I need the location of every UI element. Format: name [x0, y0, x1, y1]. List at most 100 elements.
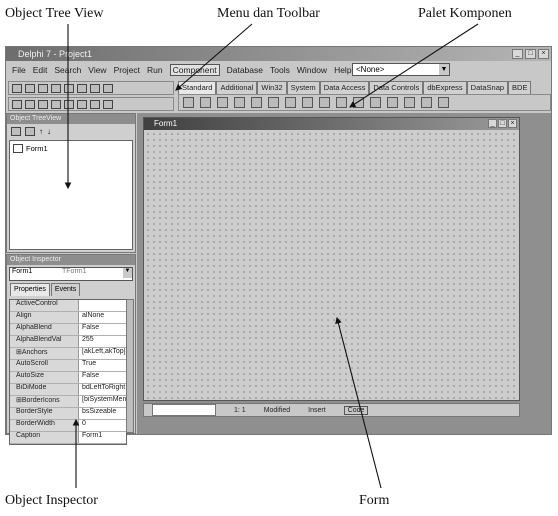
desktop-combo[interactable]: <None> ▼ [352, 63, 450, 76]
tree-item[interactable]: Form1 [10, 141, 132, 153]
maximize-button[interactable]: □ [525, 49, 536, 59]
inspector-scrollbar[interactable] [126, 299, 134, 433]
property-row[interactable]: Caption Form1 [10, 432, 126, 444]
property-value[interactable]: [akLeft,akTop] [79, 348, 126, 359]
listbox-icon[interactable] [353, 97, 364, 108]
memo-icon[interactable] [285, 97, 296, 108]
frames-icon[interactable] [200, 97, 211, 108]
property-row[interactable]: Align alNone [10, 312, 126, 324]
tab-win32[interactable]: Win32 [257, 81, 287, 94]
form-maximize-button[interactable]: □ [498, 119, 507, 128]
property-value[interactable]: bsSizeable [79, 408, 126, 419]
menu-view[interactable]: View [88, 65, 106, 75]
property-value[interactable]: [biSystemMenu [79, 396, 126, 407]
view-unit-icon[interactable] [12, 99, 22, 109]
menu-file[interactable]: File [12, 65, 26, 75]
close-button[interactable]: × [538, 49, 549, 59]
add-file-icon[interactable] [77, 83, 87, 93]
tab-additional[interactable]: Additional [216, 81, 258, 94]
object-selector[interactable]: Form1 TForm1 ▼ [9, 267, 133, 281]
pointer-icon[interactable] [183, 97, 194, 108]
property-value[interactable]: False [79, 324, 126, 335]
property-value[interactable]: False [79, 372, 126, 383]
save-icon[interactable] [38, 83, 48, 93]
component-palette-tabs: Standard Additional Win32 System Data Ac… [178, 81, 551, 94]
property-value[interactable]: 255 [79, 336, 126, 347]
menu-database[interactable]: Database [227, 65, 263, 75]
form-minimize-button[interactable]: _ [488, 119, 497, 128]
groupbox-icon[interactable] [404, 97, 415, 108]
property-value[interactable]: bdLeftToRight [79, 384, 126, 395]
minimize-button[interactable]: _ [512, 49, 523, 59]
property-value[interactable] [79, 300, 126, 311]
property-value[interactable]: 0 [79, 420, 126, 431]
step-over-icon[interactable] [103, 99, 113, 109]
property-row[interactable]: AlphaBlend False [10, 324, 126, 336]
radiobutton-icon[interactable] [336, 97, 347, 108]
checkbox-icon[interactable] [319, 97, 330, 108]
callout-palet-komponen: Palet Komponen [418, 6, 512, 21]
property-row[interactable]: ⊞BorderIcons [biSystemMenu [10, 396, 126, 408]
help-icon[interactable] [103, 83, 113, 93]
popupmenu-icon[interactable] [234, 97, 245, 108]
arrow-up-icon[interactable]: ↑ [39, 127, 43, 136]
tab-dbexpress[interactable]: dbExpress [423, 81, 467, 94]
edit-icon[interactable] [268, 97, 279, 108]
arrow-down-icon[interactable]: ↓ [47, 127, 51, 136]
open-project-icon[interactable] [64, 83, 74, 93]
new-form-icon[interactable] [51, 99, 61, 109]
property-value[interactable]: Form1 [79, 432, 126, 443]
scrollbar-icon[interactable] [387, 97, 398, 108]
chevron-down-icon[interactable]: ▼ [123, 268, 132, 278]
property-row[interactable]: AutoSize False [10, 372, 126, 384]
tab-datasnap[interactable]: DataSnap [466, 81, 509, 94]
tab-data-access[interactable]: Data Access [319, 81, 370, 94]
menu-help[interactable]: Help [334, 65, 351, 75]
menu-project[interactable]: Project [114, 65, 140, 75]
trace-into-icon[interactable] [90, 99, 100, 109]
object-inspector-panel: Object Inspector Form1 TForm1 ▼ Properti… [6, 254, 136, 445]
property-row[interactable]: ⊞Anchors [akLeft,akTop] [10, 348, 126, 360]
panel-icon[interactable] [438, 97, 449, 108]
form-design-surface[interactable] [145, 131, 518, 399]
mainmenu-icon[interactable] [217, 97, 228, 108]
add-item-icon[interactable] [25, 126, 35, 136]
menu-tools[interactable]: Tools [270, 65, 290, 75]
button-icon[interactable] [302, 97, 313, 108]
label-icon[interactable] [251, 97, 262, 108]
tab-system[interactable]: System [286, 81, 320, 94]
menu-window[interactable]: Window [297, 65, 327, 75]
property-row[interactable]: AlphaBlendVal 255 [10, 336, 126, 348]
tab-bde[interactable]: BDE [508, 81, 532, 94]
property-row[interactable]: ActiveControl [10, 300, 126, 312]
property-value[interactable]: alNone [79, 312, 126, 323]
form-close-button[interactable]: × [508, 119, 517, 128]
property-row[interactable]: AutoScroll True [10, 360, 126, 372]
new-icon[interactable] [12, 83, 22, 93]
view-form-icon[interactable] [25, 99, 35, 109]
save-all-icon[interactable] [51, 83, 61, 93]
property-value[interactable]: True [79, 360, 126, 371]
run-icon[interactable] [64, 99, 74, 109]
tab-data-controls[interactable]: Data Controls [369, 81, 424, 94]
tab-code[interactable]: Code [343, 405, 369, 415]
object-treeview-body: Form1 [9, 140, 133, 250]
menu-edit[interactable]: Edit [33, 65, 48, 75]
delete-icon[interactable] [11, 126, 21, 136]
tab-properties[interactable]: Properties [10, 283, 50, 296]
chevron-down-icon[interactable]: ▼ [439, 64, 449, 75]
property-row[interactable]: BorderStyle bsSizeable [10, 408, 126, 420]
open-icon[interactable] [25, 83, 35, 93]
remove-file-icon[interactable] [90, 83, 100, 93]
property-row[interactable]: BiDiMode bdLeftToRight [10, 384, 126, 396]
menu-search[interactable]: Search [54, 65, 81, 75]
tab-standard[interactable]: Standard [178, 81, 217, 94]
toggle-form-unit-icon[interactable] [38, 99, 48, 109]
combobox-icon[interactable] [370, 97, 381, 108]
menu-component[interactable]: Component [169, 64, 220, 76]
pause-icon[interactable] [77, 99, 87, 109]
property-row[interactable]: BorderWidth 0 [10, 420, 126, 432]
radiogroup-icon[interactable] [421, 97, 432, 108]
tab-events[interactable]: Events [50, 283, 81, 296]
menu-run[interactable]: Run [147, 65, 163, 75]
